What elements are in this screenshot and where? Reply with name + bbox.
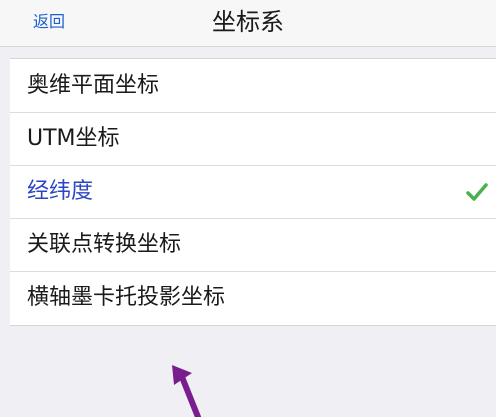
- list-item-lat-lng[interactable]: 经纬度: [10, 165, 496, 218]
- list-item-label: 横轴墨卡托投影坐标: [27, 285, 226, 310]
- navigation-bar: 返回 坐标系: [0, 0, 496, 47]
- arrow-up-icon: [172, 365, 201, 417]
- page-title: 坐标系: [212, 8, 284, 36]
- list-item-label: 奥维平面坐标: [27, 73, 160, 98]
- list-item-transverse-mercator[interactable]: 横轴墨卡托投影坐标: [10, 271, 496, 324]
- coordinate-system-list: 奥维平面坐标 UTM坐标 经纬度 关联点转换坐标 横轴墨卡托投影坐标: [10, 58, 496, 326]
- list-item-linked-point[interactable]: 关联点转换坐标: [10, 218, 496, 271]
- list-item-ovi-plane[interactable]: 奥维平面坐标: [10, 59, 496, 112]
- list-item-label: UTM坐标: [27, 126, 120, 151]
- checkmark-icon: [466, 183, 488, 201]
- list-item-utm[interactable]: UTM坐标: [10, 112, 496, 165]
- list-item-label: 关联点转换坐标: [27, 232, 182, 257]
- list-item-label: 经纬度: [27, 179, 94, 204]
